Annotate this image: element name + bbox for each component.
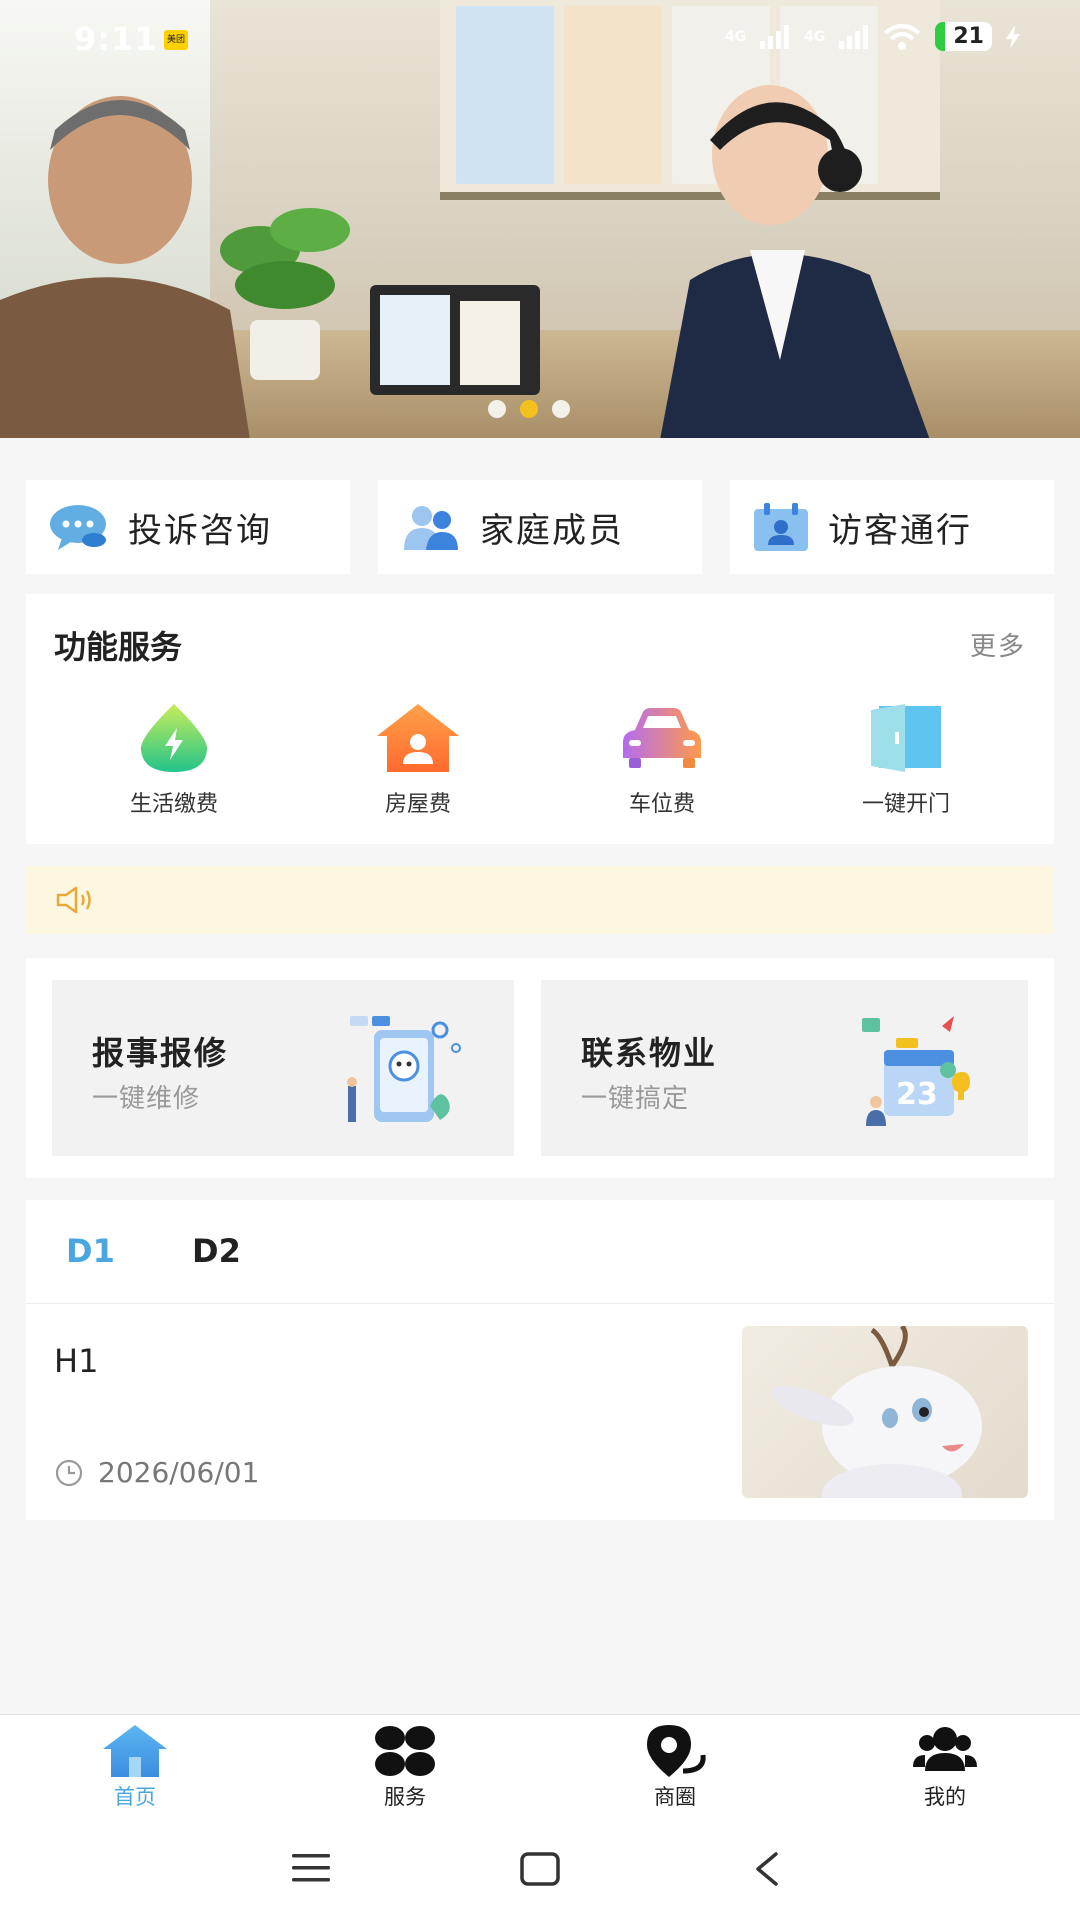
app-notification-icon: 美团 <box>164 30 188 50</box>
tab-d2[interactable]: D2 <box>192 1232 241 1270</box>
utility-payment-button[interactable]: 生活缴费 <box>52 704 296 818</box>
service-cards: 报事报修 一键维修 联系物业 一键搞定 23 <box>26 958 1054 1178</box>
visitor-pass-icon <box>754 503 808 551</box>
article-date-row: 2026/06/01 <box>54 1456 259 1489</box>
news-panel: D1 D2 H1 2026/06/01 <box>26 1200 1054 1520</box>
chat-bubble-icon <box>50 505 106 550</box>
profile-icon <box>913 1727 977 1771</box>
speaker-icon <box>56 886 91 914</box>
nav-home[interactable]: 首页 <box>0 1715 270 1822</box>
nav-profile-label: 我的 <box>924 1785 966 1809</box>
menu-icon[interactable] <box>292 1852 332 1884</box>
banner-plant <box>220 208 350 380</box>
banner-pagination <box>488 400 570 418</box>
calendar-rocket-illustration: 23 <box>862 1016 970 1126</box>
repair-report-subtitle: 一键维修 <box>92 1084 201 1114</box>
visitor-pass-label: 访客通行 <box>828 510 972 551</box>
repair-report-title: 报事报修 <box>92 1034 229 1072</box>
article-thumbnail <box>742 1326 1028 1498</box>
bottom-navigation: 首页 服务 商圈 我的 <box>0 1714 1080 1822</box>
parking-fee-button[interactable]: 车位费 <box>540 704 784 818</box>
nav-profile[interactable]: 我的 <box>810 1715 1080 1822</box>
network-4g-label: 4G <box>724 28 747 45</box>
clock-icon <box>55 1459 83 1486</box>
house-fee-button[interactable]: 房屋费 <box>296 704 540 818</box>
status-bar: 9:11 美团 4G 4G 21 <box>0 0 1080 80</box>
visitor-pass-button[interactable]: 访客通行 <box>730 480 1054 574</box>
repair-report-card[interactable]: 报事报修 一键维修 <box>52 980 514 1156</box>
nav-services[interactable]: 服务 <box>270 1715 540 1822</box>
contact-property-subtitle: 一键搞定 <box>581 1084 690 1114</box>
more-link[interactable]: 更多 <box>970 626 1026 663</box>
banner-dot[interactable] <box>488 400 506 418</box>
banner-dot[interactable] <box>552 400 570 418</box>
house-fee-icon <box>377 704 459 772</box>
function-services-panel: 功能服务 更多 生活缴费 房屋费 车位费 一键开门 <box>26 594 1054 844</box>
door-open-button[interactable]: 一键开门 <box>784 704 1028 818</box>
network-4g-label: 4G <box>804 28 826 45</box>
house-fee-label: 房屋费 <box>384 792 451 817</box>
complaint-consult-label: 投诉咨询 <box>128 510 272 551</box>
banner-dot-active[interactable] <box>520 400 538 418</box>
door-open-label: 一键开门 <box>861 792 950 817</box>
status-time: 9:11 <box>74 20 158 58</box>
services-grid-icon <box>375 1726 435 1776</box>
complaint-consult-button[interactable]: 投诉咨询 <box>26 480 350 574</box>
contact-property-card[interactable]: 联系物业 一键搞定 23 <box>541 980 1028 1156</box>
signal-icon <box>760 24 790 49</box>
nav-business-district[interactable]: 商圈 <box>540 1715 810 1822</box>
banner-monitor <box>370 285 540 395</box>
news-tabs: D1 D2 <box>26 1200 1054 1304</box>
goat-cartoon-image <box>770 1326 982 1498</box>
family-members-button[interactable]: 家庭成员 <box>378 480 702 574</box>
wifi-icon <box>884 23 921 50</box>
nav-business-district-label: 商圈 <box>654 1785 696 1809</box>
contact-property-title: 联系物业 <box>581 1034 718 1072</box>
svg-text:23: 23 <box>896 1077 938 1112</box>
home-square-icon[interactable] <box>520 1852 560 1886</box>
article-title: H1 <box>54 1342 99 1380</box>
family-members-icon <box>404 506 458 550</box>
repair-robot-illustration <box>347 1016 461 1122</box>
utility-payment-icon <box>140 704 208 772</box>
system-navigation-bar <box>0 1822 1080 1920</box>
quick-actions: 投诉咨询 家庭成员 访客通行 <box>26 480 1054 574</box>
banner-staff-woman <box>660 85 930 438</box>
utility-payment-label: 生活缴费 <box>129 792 218 817</box>
battery-indicator: 21 <box>935 22 992 51</box>
signal-icon <box>839 24 869 49</box>
back-icon[interactable] <box>754 1852 780 1886</box>
parking-fee-label: 车位费 <box>628 792 695 817</box>
charging-icon <box>1006 24 1020 49</box>
door-open-icon <box>871 704 941 772</box>
home-icon <box>103 1725 167 1777</box>
function-services-title: 功能服务 <box>54 628 183 666</box>
family-members-label: 家庭成员 <box>480 510 624 551</box>
tab-d1[interactable]: D1 <box>66 1232 115 1270</box>
notice-bar[interactable] <box>26 866 1054 934</box>
nav-home-label: 首页 <box>114 1785 156 1809</box>
business-district-icon <box>647 1725 706 1777</box>
nav-services-label: 服务 <box>384 1785 426 1809</box>
parking-fee-icon <box>623 708 701 768</box>
article-date: 2026/06/01 <box>98 1456 260 1489</box>
